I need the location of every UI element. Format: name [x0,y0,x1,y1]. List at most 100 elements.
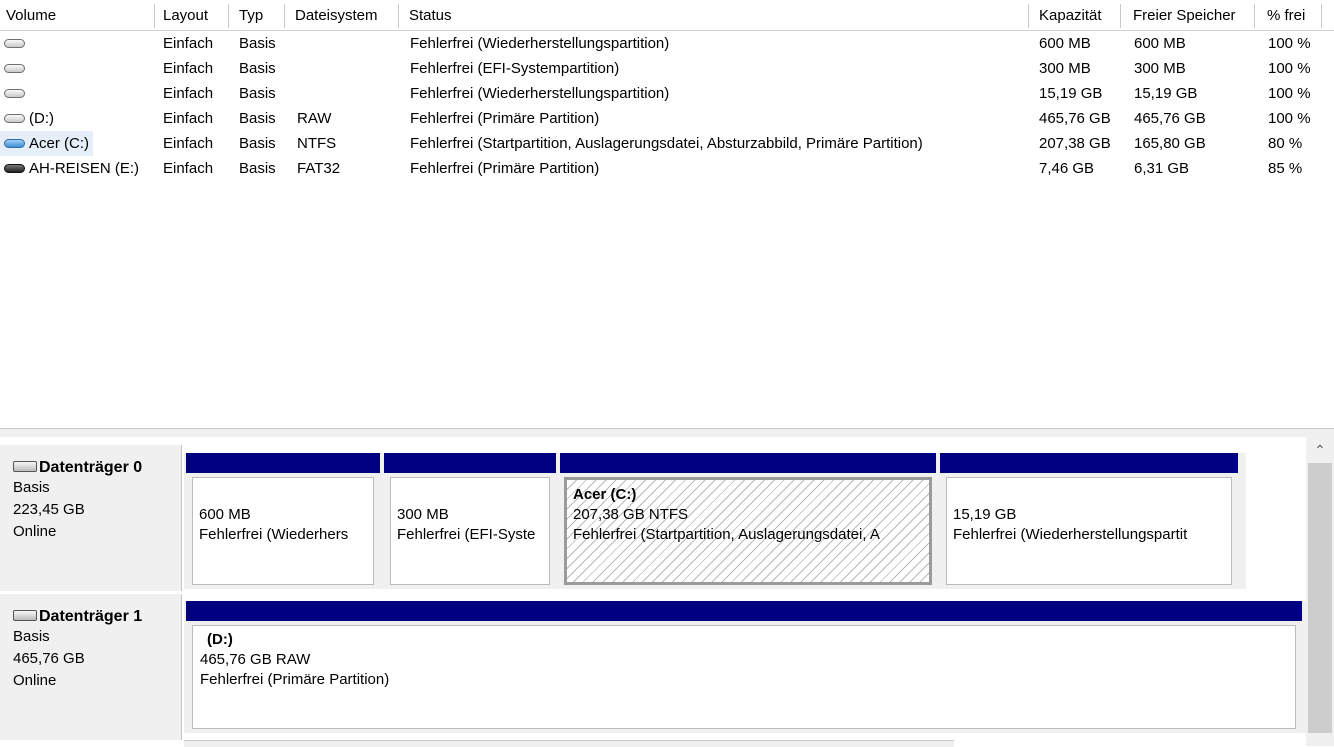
volume-layout: Einfach [163,110,214,127]
volume-type: Basis [239,135,276,152]
partition-bar [940,453,1238,473]
partition-name: (D:) [207,631,233,648]
column-header-percent-free[interactable]: % frei [1261,4,1322,28]
disk-0-label[interactable]: Datenträger 0 Basis 223,45 GB Online [0,445,182,591]
volume-row[interactable]: Einfach Basis Fehlerfrei (Wiederherstell… [0,31,1334,56]
volume-type: Basis [239,110,276,127]
volume-percent-free: 80 % [1268,135,1303,152]
volume-free-space: 6,31 GB [1134,160,1190,177]
column-header-free-space[interactable]: Freier Speicher [1127,4,1255,28]
drive-icon [4,88,25,98]
partition-size: 15,19 GB [953,506,1017,523]
partition-name: Acer (C:) [573,486,637,503]
disk-0-partitions: 600 MB Fehlerfrei (Wiederhers 300 MB Feh… [184,453,1246,589]
volume-free-space: 465,76 GB [1134,110,1206,127]
disk-state: Online [13,523,57,540]
volume-layout: Einfach [163,60,214,77]
volume-status: Fehlerfrei (Primäre Partition) [410,110,600,127]
partition-status: Fehlerfrei (EFI-Syste [397,526,536,543]
column-header-filesystem[interactable]: Dateisystem [289,4,399,28]
volume-name-cell [4,81,29,106]
partition-acer-c[interactable]: Acer (C:) 207,38 GB NTFS Fehlerfrei (Sta… [560,453,936,589]
disk-size: 223,45 GB [13,501,85,518]
volume-free-space: 300 MB [1134,60,1186,77]
volume-capacity: 300 MB [1039,60,1091,77]
volume-capacity: 207,38 GB [1039,135,1111,152]
disk-graphical-view: Datenträger 0 Basis 223,45 GB Online 600… [0,437,1306,746]
usb-drive-icon [4,163,25,173]
partition-bar [186,453,380,473]
volume-layout: Einfach [163,160,214,177]
partition-size: 600 MB [199,506,251,523]
volume-free-space: 600 MB [1134,35,1186,52]
drive-icon [4,38,25,48]
volume-filesystem: RAW [297,110,332,127]
volume-row[interactable]: AH-REISEN (E:) Einfach Basis FAT32 Fehle… [0,156,1334,181]
disk-1-label[interactable]: Datenträger 1 Basis 465,76 GB Online [0,594,182,740]
partition-recovery-2[interactable]: 15,19 GB Fehlerfrei (Wiederherstellungsp… [940,453,1238,589]
volume-type: Basis [239,60,276,77]
volume-free-space: 165,80 GB [1134,135,1206,152]
disk-name: Datenträger 1 [39,608,143,625]
volume-percent-free: 100 % [1268,110,1311,127]
volume-percent-free: 100 % [1268,60,1311,77]
volume-percent-free: 100 % [1268,85,1311,102]
volume-list-header: Volume Layout Typ Dateisystem Status Kap… [0,0,1334,31]
partition-bar [384,453,556,473]
disk-icon [13,460,37,472]
volume-name-cell: (D:) [4,106,54,131]
volume-row[interactable]: (D:) Einfach Basis RAW Fehlerfrei (Primä… [0,106,1334,131]
volume-filesystem: NTFS [297,135,337,152]
volume-row[interactable]: Einfach Basis Fehlerfrei (EFI-Systempart… [0,56,1334,81]
scrollbar-thumb[interactable] [1308,463,1332,733]
volume-status: Fehlerfrei (Startpartition, Auslagerungs… [410,135,923,152]
volume-status: Fehlerfrei (EFI-Systempartition) [410,60,620,77]
vertical-scrollbar[interactable]: ⌃ [1306,437,1334,746]
scroll-up-arrow-icon[interactable]: ⌃ [1306,437,1334,463]
volume-layout: Einfach [163,35,214,52]
volume-status: Fehlerfrei (Primäre Partition) [410,160,600,177]
volume-row[interactable]: Acer (C:) Einfach Basis NTFS Fehlerfrei … [0,131,1334,156]
partition-size: 207,38 GB NTFS [573,506,689,523]
disk-state: Online [13,672,57,689]
volume-name-cell: AH-REISEN (E:) [4,156,139,181]
partition-size: 300 MB [397,506,449,523]
partition-status: Fehlerfrei (Wiederherstellungspartit [953,526,1188,543]
drive-icon [4,113,25,123]
disk-type: Basis [13,628,50,645]
partition-status: Fehlerfrei (Primäre Partition) [200,671,390,688]
partition-recovery-1[interactable]: 600 MB Fehlerfrei (Wiederhers [186,453,380,589]
partition-bar [560,453,936,473]
volume-name-cell [4,56,29,81]
volume-row[interactable]: Einfach Basis Fehlerfrei (Wiederherstell… [0,81,1334,106]
column-header-volume[interactable]: Volume [0,4,155,28]
volume-type: Basis [239,85,276,102]
volume-capacity: 600 MB [1039,35,1091,52]
column-header-status[interactable]: Status [403,4,1029,28]
disk-type: Basis [13,479,50,496]
volume-capacity: 7,46 GB [1039,160,1095,177]
disk-size: 465,76 GB [13,650,85,667]
partition-status: Fehlerfrei (Wiederhers [199,526,349,543]
disk-1-partitions: (D:) 465,76 GB RAW Fehlerfrei (Primäre P… [184,601,1306,733]
volume-name-cell: Acer (C:) [0,131,93,156]
volume-type: Basis [239,160,276,177]
disk-name: Datenträger 0 [39,459,143,476]
partition-d[interactable]: (D:) 465,76 GB RAW Fehlerfrei (Primäre P… [186,601,1302,733]
partition-bar [186,601,1302,621]
volume-filesystem: FAT32 [297,160,341,177]
volume-free-space: 15,19 GB [1134,85,1198,102]
partition-status: Fehlerfrei (Startpartition, Auslagerungs… [573,526,880,543]
column-header-type[interactable]: Typ [233,4,285,28]
disk-icon [13,609,37,621]
column-header-layout[interactable]: Layout [157,4,229,28]
volume-status: Fehlerfrei (Wiederherstellungspartition) [410,85,670,102]
volume-percent-free: 100 % [1268,35,1311,52]
volume-name-cell [4,31,29,56]
volume-percent-free: 85 % [1268,160,1303,177]
volume-capacity: 465,76 GB [1039,110,1111,127]
volume-layout: Einfach [163,85,214,102]
partition-efi[interactable]: 300 MB Fehlerfrei (EFI-Syste [384,453,556,589]
column-header-capacity[interactable]: Kapazität [1033,4,1121,28]
drive-icon [4,63,25,73]
